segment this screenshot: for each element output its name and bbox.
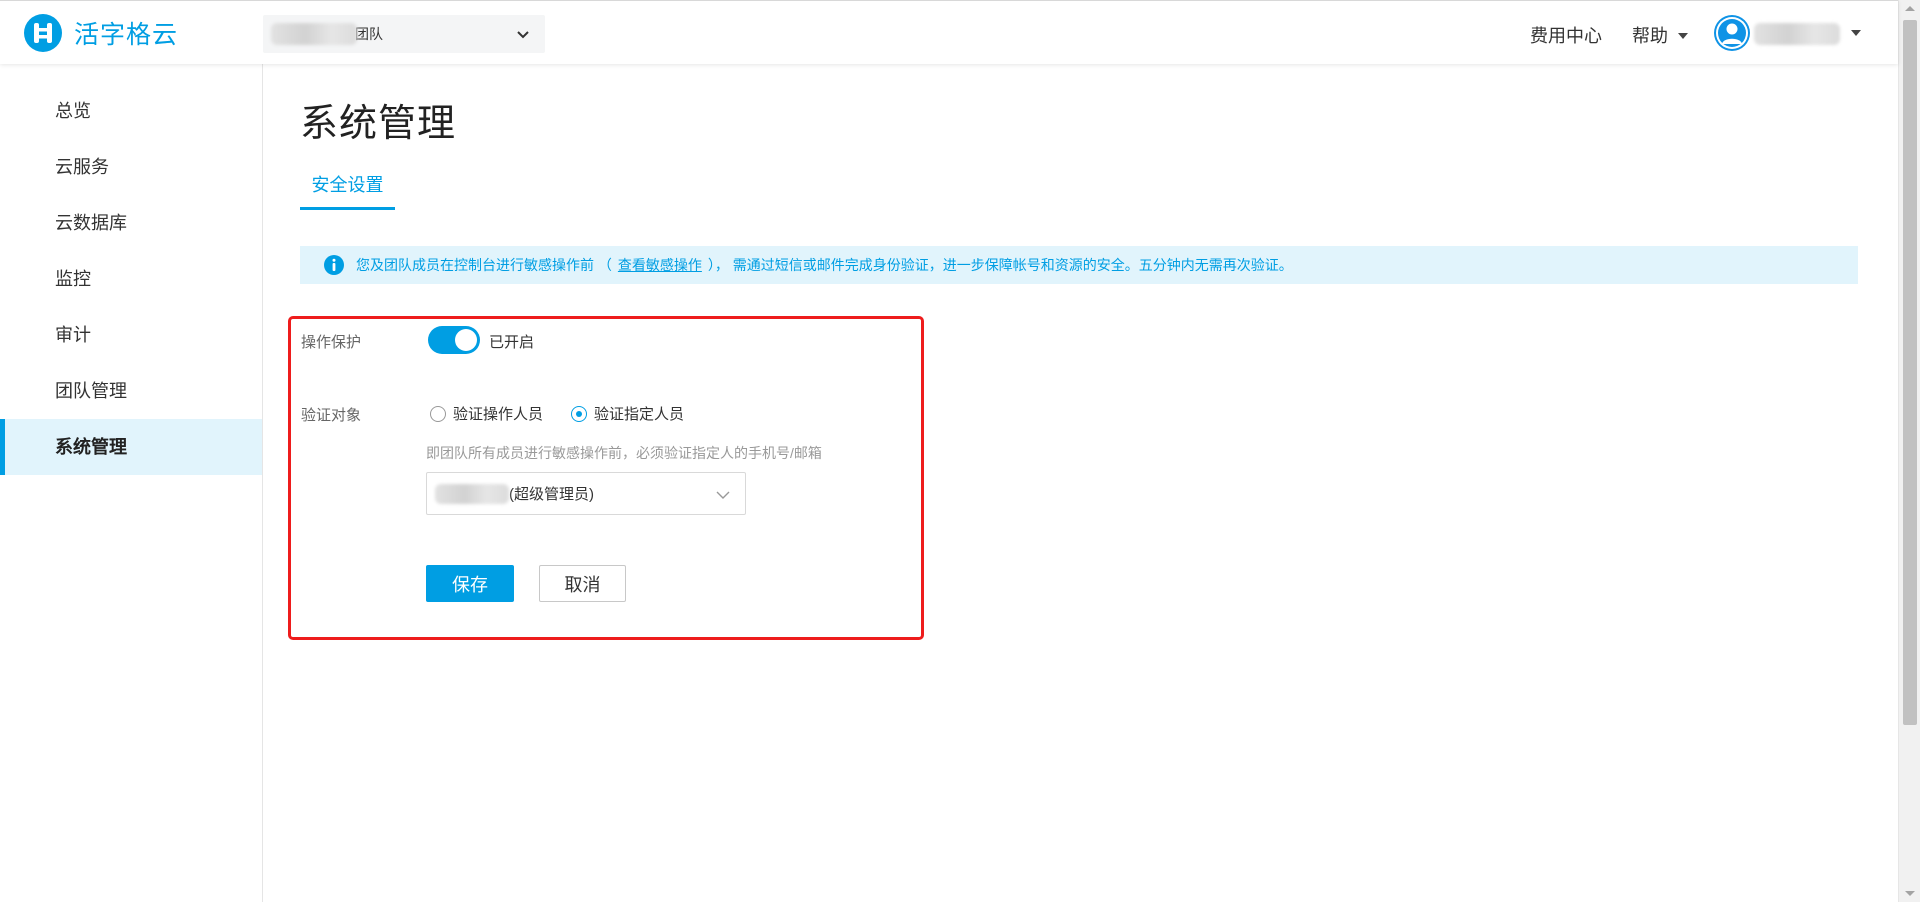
user-name-redacted[interactable] xyxy=(1754,23,1840,45)
help-label: 帮助 xyxy=(1632,26,1668,46)
chevron-down-icon xyxy=(716,491,730,499)
chevron-down-icon xyxy=(517,31,529,39)
sidebar-item-label: 监控 xyxy=(55,269,91,289)
sidebar-item-cloud-database[interactable]: 云数据库 xyxy=(0,195,262,251)
verification-help-text: 即团队所有成员进行敏感操作前，必须验证指定人的手机号/邮箱 xyxy=(426,445,822,461)
verification-target-label: 验证对象 xyxy=(301,407,362,424)
info-icon xyxy=(324,255,344,275)
operation-protection-toggle[interactable] xyxy=(428,326,480,354)
sidebar-item-monitor[interactable]: 监控 xyxy=(0,251,262,307)
help-menu[interactable]: 帮助 xyxy=(1632,22,1688,48)
assignee-name-redacted xyxy=(435,483,509,504)
radio-label: 验证指定人员 xyxy=(594,406,685,423)
radio-verify-designated[interactable]: 验证指定人员 xyxy=(571,403,684,424)
radio-label: 验证操作人员 xyxy=(453,406,544,423)
logo-icon xyxy=(24,14,62,52)
radio-unchecked-icon xyxy=(430,405,446,422)
brand-name: 活字格云 xyxy=(74,21,179,49)
sidebar-item-overview[interactable]: 总览 xyxy=(0,83,262,139)
assignee-role: (超级管理员) xyxy=(509,486,594,503)
team-label: 团队 xyxy=(355,26,383,42)
notice-prefix: 您及团队成员在控制台进行敏感操作前 （ xyxy=(356,257,612,273)
sidebar: 总览 云服务 云数据库 监控 审计 团队管理 系统管理 xyxy=(0,64,263,902)
radio-checked-icon xyxy=(571,405,587,422)
team-selector[interactable]: 团队 xyxy=(263,15,545,53)
sidebar-item-team-management[interactable]: 团队管理 xyxy=(0,363,262,419)
tab-active-indicator xyxy=(300,207,395,210)
logo[interactable]: 活字格云 xyxy=(24,14,178,52)
scroll-down-arrow-icon[interactable] xyxy=(1905,891,1915,896)
view-sensitive-operations-link[interactable]: 查看敏感操作 xyxy=(618,255,702,275)
caret-down-icon xyxy=(1678,32,1688,39)
fee-center-link[interactable]: 费用中心 xyxy=(1530,22,1602,48)
sidebar-item-audit[interactable]: 审计 xyxy=(0,307,262,363)
sidebar-item-cloud-service[interactable]: 云服务 xyxy=(0,139,262,195)
scroll-up-arrow-icon[interactable] xyxy=(1905,6,1915,11)
team-name-redacted xyxy=(271,23,357,45)
page-title: 系统管理 xyxy=(300,103,457,145)
tab-security-settings[interactable]: 安全设置 xyxy=(300,160,395,210)
operation-protection-label: 操作保护 xyxy=(301,334,362,351)
save-button[interactable]: 保存 xyxy=(426,565,514,602)
sidebar-item-label: 审计 xyxy=(55,325,91,345)
sidebar-item-label: 云数据库 xyxy=(55,213,127,233)
sidebar-item-label: 团队管理 xyxy=(55,381,127,401)
sidebar-item-label: 总览 xyxy=(55,101,91,121)
radio-verify-operator[interactable]: 验证操作人员 xyxy=(430,403,543,424)
designated-person-select[interactable]: (超级管理员) xyxy=(426,472,746,515)
tab-label: 安全设置 xyxy=(311,175,384,195)
notice-suffix: ）， 需通过短信或邮件完成身份验证，进一步保障帐号和资源的安全。五分钟内无需再次… xyxy=(707,257,1293,273)
protection-status: 已开启 xyxy=(489,334,535,351)
user-silhouette-icon xyxy=(1716,17,1748,49)
app-root: 活字格云 团队 费用中心 帮助 总览 云服务 云数据库 监控 审计 团队管理 系… xyxy=(0,0,1920,902)
security-notice: 您及团队成员在控制台进行敏感操作前 （ 查看敏感操作 ）， 需通过短信或邮件完成… xyxy=(300,246,1858,284)
sidebar-item-label: 系统管理 xyxy=(55,437,127,457)
user-avatar-icon[interactable] xyxy=(1714,15,1750,51)
page-scrollbar[interactable] xyxy=(1898,0,1920,902)
sidebar-item-label: 云服务 xyxy=(55,157,109,177)
cancel-button[interactable]: 取消 xyxy=(539,565,626,602)
sidebar-item-system-management[interactable]: 系统管理 xyxy=(0,419,262,475)
scroll-thumb[interactable] xyxy=(1903,20,1917,725)
toggle-knob xyxy=(455,329,477,351)
user-menu-caret-icon[interactable] xyxy=(1851,30,1861,36)
top-header: 活字格云 团队 费用中心 帮助 xyxy=(0,0,1898,64)
